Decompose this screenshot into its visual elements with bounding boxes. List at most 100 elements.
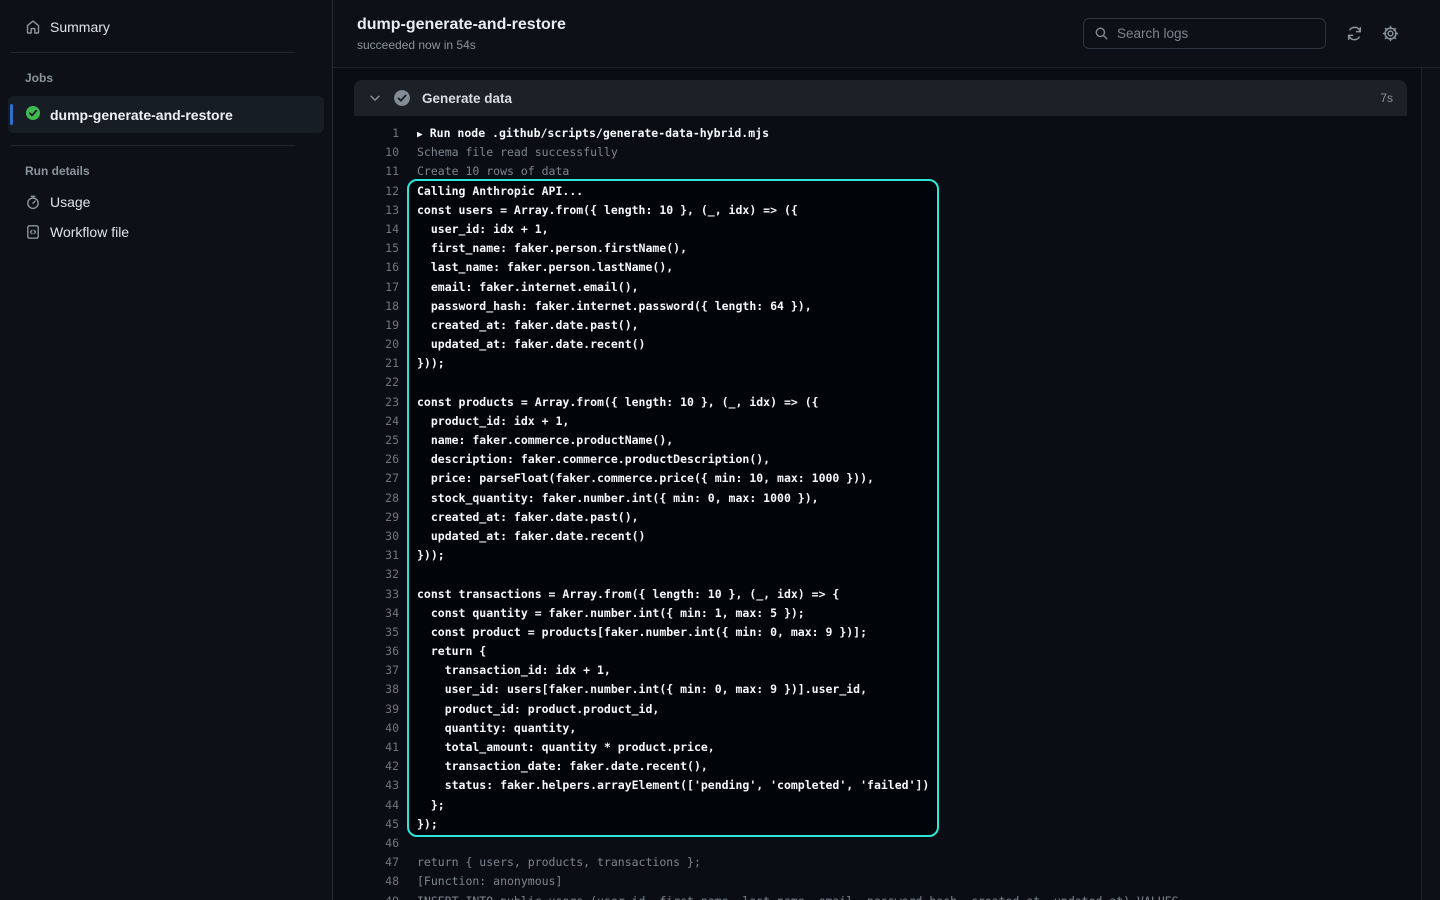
log-content: Generate data 7s 1▶Run node .github/scri… bbox=[333, 68, 1440, 900]
log-line-text: INSERT INTO public.users (user_id, first… bbox=[399, 892, 1179, 900]
log-line-number[interactable]: 17 bbox=[333, 278, 399, 297]
log-line-number[interactable]: 31 bbox=[333, 546, 399, 565]
log-line-number[interactable]: 23 bbox=[333, 393, 399, 412]
log-line: 38 user_id: users[faker.number.int({ min… bbox=[333, 680, 1421, 699]
log-line-text: return { bbox=[399, 642, 486, 661]
log-line-number[interactable]: 15 bbox=[333, 239, 399, 258]
log-line-number[interactable]: 20 bbox=[333, 335, 399, 354]
gear-icon bbox=[1382, 25, 1399, 42]
log-settings-button[interactable] bbox=[1374, 18, 1406, 50]
log-line-number[interactable]: 28 bbox=[333, 489, 399, 508]
log-line-number[interactable]: 43 bbox=[333, 776, 399, 795]
log-line-number[interactable]: 42 bbox=[333, 757, 399, 776]
sidebar-item-summary[interactable]: Summary bbox=[0, 12, 332, 42]
log-line-number[interactable]: 34 bbox=[333, 604, 399, 623]
log-panel: Generate data 7s 1▶Run node .github/scri… bbox=[333, 68, 1422, 900]
step-duration: 7s bbox=[1380, 91, 1393, 105]
log-line-number[interactable]: 41 bbox=[333, 738, 399, 757]
log-line-number[interactable]: 30 bbox=[333, 527, 399, 546]
search-logs-input[interactable] bbox=[1117, 26, 1315, 41]
app-window: Summary Jobs dump-generate-and-restore R… bbox=[0, 0, 1440, 900]
expand-group-icon[interactable]: ▶ bbox=[417, 129, 423, 140]
log-line-number[interactable]: 26 bbox=[333, 450, 399, 469]
log-line-number[interactable]: 48 bbox=[333, 872, 399, 891]
log-line-text: created_at: faker.date.past(), bbox=[399, 508, 639, 527]
log-line: 11Create 10 rows of data bbox=[333, 162, 1421, 181]
log-line-number[interactable]: 11 bbox=[333, 162, 399, 181]
log-line-text: user_id: users[faker.number.int({ min: 0… bbox=[399, 680, 867, 699]
log-line-number[interactable]: 12 bbox=[333, 182, 399, 201]
sidebar-divider bbox=[10, 52, 295, 53]
log-line-text: quantity: quantity, bbox=[399, 719, 576, 738]
log-line-number[interactable]: 45 bbox=[333, 815, 399, 834]
search-logs-box[interactable] bbox=[1083, 18, 1326, 49]
log-line-number[interactable]: 13 bbox=[333, 201, 399, 220]
log-line-text: const products = Array.from({ length: 10… bbox=[399, 393, 819, 412]
log-line: 12Calling Anthropic API... bbox=[333, 182, 1421, 201]
log-line: 37 transaction_id: idx + 1, bbox=[333, 661, 1421, 680]
home-icon bbox=[25, 19, 41, 35]
stopwatch-icon bbox=[25, 194, 41, 210]
log-line-number[interactable]: 16 bbox=[333, 258, 399, 277]
log-line-number[interactable]: 14 bbox=[333, 220, 399, 239]
log-line-number[interactable]: 24 bbox=[333, 412, 399, 431]
log-line: 26 description: faker.commerce.productDe… bbox=[333, 450, 1421, 469]
log-line-text: user_id: idx + 1, bbox=[399, 220, 549, 239]
sidebar-item-usage[interactable]: Usage bbox=[0, 187, 332, 217]
log-line-text: }; bbox=[399, 796, 445, 815]
log-line-number[interactable]: 1 bbox=[333, 124, 399, 143]
success-check-icon bbox=[25, 105, 41, 124]
log-line-number[interactable]: 35 bbox=[333, 623, 399, 642]
log-line-text: [Function: anonymous] bbox=[399, 872, 562, 891]
log-line-text: name: faker.commerce.productName(), bbox=[399, 431, 673, 450]
log-line-number[interactable]: 40 bbox=[333, 719, 399, 738]
log-line: 18 password_hash: faker.internet.passwor… bbox=[333, 297, 1421, 316]
log-line: 16 last_name: faker.person.lastName(), bbox=[333, 258, 1421, 277]
log-line: 15 first_name: faker.person.firstName(), bbox=[333, 239, 1421, 258]
log-line-number[interactable]: 47 bbox=[333, 853, 399, 872]
log-line-text: total_amount: quantity * product.price, bbox=[399, 738, 715, 757]
log-line-number[interactable]: 38 bbox=[333, 680, 399, 699]
log-line: 42 transaction_date: faker.date.recent()… bbox=[333, 757, 1421, 776]
log-line-number[interactable]: 37 bbox=[333, 661, 399, 680]
log-line: 22 bbox=[333, 373, 1421, 392]
log-line-number[interactable]: 36 bbox=[333, 642, 399, 661]
log-line: 43 status: faker.helpers.arrayElement(['… bbox=[333, 776, 1421, 795]
run-details-section-label: Run details bbox=[0, 156, 332, 187]
sidebar-job-dump-generate-and-restore[interactable]: dump-generate-and-restore bbox=[8, 96, 324, 133]
log-line-number[interactable]: 29 bbox=[333, 508, 399, 527]
log-line-number[interactable]: 21 bbox=[333, 354, 399, 373]
log-line-number[interactable]: 39 bbox=[333, 700, 399, 719]
log-line-number[interactable]: 22 bbox=[333, 373, 399, 392]
log-line-number[interactable]: 32 bbox=[333, 565, 399, 584]
log-line-text: status: faker.helpers.arrayElement(['pen… bbox=[399, 776, 929, 795]
log-line-text: ▶Run node .github/scripts/generate-data-… bbox=[399, 124, 769, 143]
log-line: 17 email: faker.internet.email(), bbox=[333, 278, 1421, 297]
log-line-number[interactable]: 18 bbox=[333, 297, 399, 316]
scrollbar-gutter[interactable] bbox=[1422, 68, 1440, 900]
log-line-number[interactable]: 49 bbox=[333, 892, 399, 900]
log-line-number[interactable]: 44 bbox=[333, 796, 399, 815]
log-line: 14 user_id: idx + 1, bbox=[333, 220, 1421, 239]
log-line: 23const products = Array.from({ length: … bbox=[333, 393, 1421, 412]
search-icon bbox=[1094, 26, 1109, 41]
log-body: 1▶Run node .github/scripts/generate-data… bbox=[333, 116, 1421, 900]
chevron-down-icon[interactable] bbox=[368, 91, 382, 105]
step-title: Generate data bbox=[422, 91, 512, 106]
sync-icon bbox=[1346, 25, 1363, 42]
log-line-text: })); bbox=[399, 354, 445, 373]
refresh-logs-button[interactable] bbox=[1338, 18, 1370, 50]
log-line-text: stock_quantity: faker.number.int({ min: … bbox=[399, 489, 819, 508]
log-line: 46 bbox=[333, 834, 1421, 853]
log-line-number[interactable]: 27 bbox=[333, 469, 399, 488]
log-line-number[interactable]: 10 bbox=[333, 143, 399, 162]
log-line-number[interactable]: 46 bbox=[333, 834, 399, 853]
sidebar-item-workflow-file[interactable]: Workflow file bbox=[0, 217, 332, 247]
log-line-number[interactable]: 25 bbox=[333, 431, 399, 450]
sidebar-item-label: Workflow file bbox=[50, 224, 129, 240]
log-line: 32 bbox=[333, 565, 1421, 584]
log-line-text: Calling Anthropic API... bbox=[399, 182, 583, 201]
step-header-generate-data[interactable]: Generate data 7s bbox=[354, 80, 1407, 116]
log-line-number[interactable]: 19 bbox=[333, 316, 399, 335]
log-line-number[interactable]: 33 bbox=[333, 585, 399, 604]
